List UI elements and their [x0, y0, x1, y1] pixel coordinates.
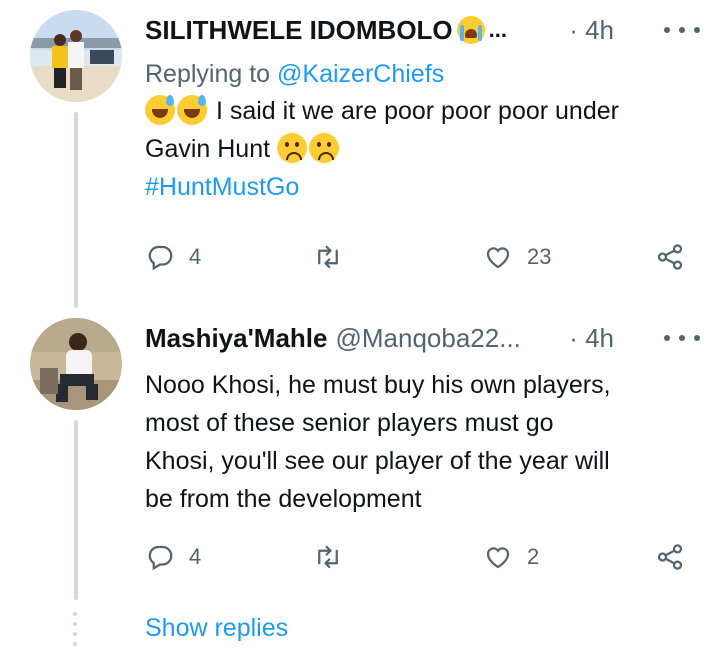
- share-icon: [657, 244, 683, 270]
- tweet-actions: 4 23: [145, 237, 700, 277]
- heart-icon: [486, 547, 510, 569]
- tweet-actions: 4 2: [145, 537, 700, 577]
- reply-count: 4: [189, 244, 202, 269]
- mention-link[interactable]: @KaizerChiefs: [277, 60, 444, 88]
- more-icon[interactable]: [664, 326, 700, 350]
- grinning-sweat-face-icon: [145, 95, 175, 125]
- grinning-sweat-face-icon: [177, 95, 207, 125]
- timestamp[interactable]: · 4h: [569, 15, 614, 46]
- tweet-text: Nooo Khosi, he must buy his own players,…: [145, 366, 700, 518]
- share-button[interactable]: [655, 542, 685, 572]
- hashtag-link[interactable]: #HuntMustGo: [145, 173, 299, 201]
- heart-icon: [486, 247, 510, 269]
- retweet-button[interactable]: [313, 542, 357, 572]
- tweet-text-line: Khosi, you'll see our player of the year…: [145, 447, 610, 475]
- more-icon[interactable]: [664, 18, 700, 42]
- thread-line: [74, 112, 78, 308]
- like-count: 2: [527, 544, 540, 569]
- slightly-frowning-face-icon: [277, 133, 308, 163]
- loudly-crying-face-icon: [456, 16, 485, 44]
- tweet-text-line: Nooo Khosi, he must buy his own players,: [145, 371, 611, 399]
- reply-icon: [148, 245, 173, 271]
- tweet-text-line: be from the development: [145, 485, 422, 513]
- tweet-2-content: Mashiya'Mahle @Manqoba22... · 4h Nooo Kh…: [145, 318, 700, 518]
- display-name[interactable]: Mashiya'Mahle: [145, 323, 327, 354]
- avatar-silithwele[interactable]: [30, 10, 122, 102]
- tweet-1-content: SILITHWELE IDOMBOLO ... · 4h Replying to…: [145, 10, 700, 206]
- tweet-text: I said it we are poor poor poor under Ga…: [145, 92, 700, 206]
- tweet-text-line: most of these senior players must go: [145, 409, 554, 437]
- handle[interactable]: @Manqoba22...: [335, 323, 520, 354]
- thread-dots: [72, 612, 78, 652]
- tweet-text-line: I said it we are poor poor poor under: [209, 97, 619, 125]
- tweet-header: SILITHWELE IDOMBOLO ... · 4h: [145, 10, 700, 50]
- retweet-icon: [318, 545, 338, 569]
- like-count: 23: [527, 244, 552, 269]
- slightly-frowning-face-icon: [309, 133, 340, 163]
- share-icon: [657, 544, 683, 570]
- display-name[interactable]: SILITHWELE IDOMBOLO: [145, 15, 453, 46]
- like-button[interactable]: 23: [483, 242, 551, 272]
- reply-button[interactable]: 4: [145, 542, 201, 572]
- retweet-icon: [318, 245, 338, 269]
- timestamp[interactable]: · 4h: [569, 323, 614, 354]
- reply-icon: [148, 545, 173, 571]
- avatar-mashiya[interactable]: [30, 318, 122, 410]
- tweet-header: Mashiya'Mahle @Manqoba22... · 4h: [145, 318, 700, 358]
- like-button[interactable]: 2: [483, 542, 539, 572]
- show-replies-link[interactable]: Show replies: [145, 614, 288, 643]
- reply-count: 4: [189, 544, 202, 569]
- replying-prefix: Replying to: [145, 60, 278, 88]
- replying-to: Replying to @KaizerChiefs: [145, 58, 700, 90]
- reply-button[interactable]: 4: [145, 242, 201, 272]
- thread-line: [74, 420, 78, 600]
- retweet-button[interactable]: [313, 242, 357, 272]
- share-button[interactable]: [655, 242, 685, 272]
- tweet-text-line: Gavin Hunt: [145, 135, 278, 163]
- name-ellipsis: ...: [488, 17, 507, 42]
